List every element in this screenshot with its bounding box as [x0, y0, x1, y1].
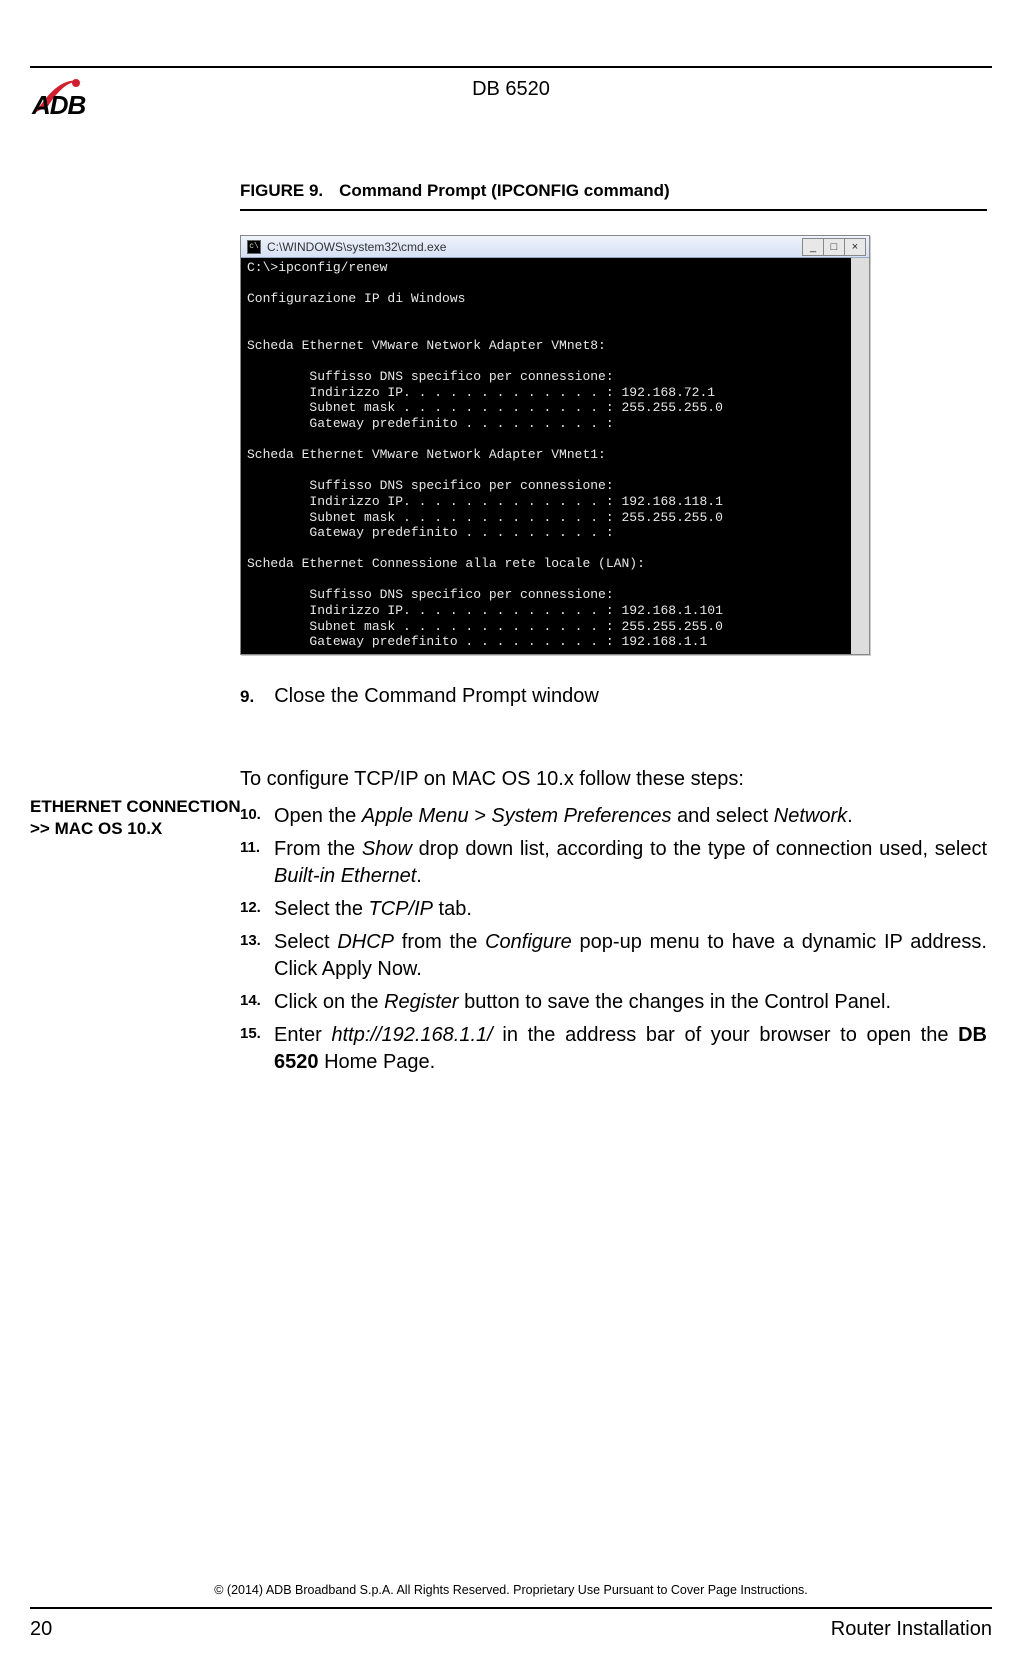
step-text: Enter http://192.168.1.1/ in the address… — [274, 1022, 987, 1076]
step-9-number: 9. — [240, 687, 254, 708]
document-title: DB 6520 — [30, 78, 992, 101]
cmd-icon: c\ — [247, 240, 261, 254]
footer-section: Router Installation — [831, 1618, 992, 1641]
maximize-button[interactable]: □ — [823, 238, 845, 256]
logo-text: ADB — [32, 90, 85, 121]
mac-intro: To configure TCP/IP on MAC OS 10.x follo… — [240, 768, 987, 791]
step-number: 11. — [240, 836, 274, 890]
window-titlebar: c\ C:\WINDOWS\system32\cmd.exe _ □ × — [241, 236, 869, 258]
step-number: 15. — [240, 1022, 274, 1076]
window-title: C:\WINDOWS\system32\cmd.exe — [267, 240, 803, 254]
list-item: 11.From the Show drop down list, accordi… — [240, 836, 987, 890]
footer-rule — [30, 1607, 992, 1609]
section-heading-line2: >> MAC OS 10.X — [30, 818, 241, 840]
list-item: 14.Click on the Register button to save … — [240, 989, 987, 1016]
section-heading: ETHERNET CONNECTION >> MAC OS 10.X — [30, 796, 241, 840]
step-number: 13. — [240, 929, 274, 983]
step-number: 12. — [240, 896, 274, 923]
step-text: Select DHCP from the Configure pop-up me… — [274, 929, 987, 983]
list-item: 10.Open the Apple Menu > System Preferen… — [240, 803, 987, 830]
terminal-output: C:\>ipconfig/renew Configurazione IP di … — [241, 258, 869, 654]
mac-steps-list: 10.Open the Apple Menu > System Preferen… — [240, 803, 987, 1076]
step-text: Select the TCP/IP tab. — [274, 896, 987, 923]
step-text: Click on the Register button to save the… — [274, 989, 987, 1016]
list-item: 13.Select DHCP from the Configure pop-up… — [240, 929, 987, 983]
logo: ADB — [30, 72, 88, 120]
step-text: Open the Apple Menu > System Preferences… — [274, 803, 987, 830]
header-rule — [30, 66, 992, 68]
footer-copyright: © (2014) ADB Broadband S.p.A. All Rights… — [0, 1583, 1022, 1597]
section-heading-line1: ETHERNET CONNECTION — [30, 796, 241, 818]
page-number: 20 — [30, 1618, 52, 1641]
figure-label: FIGURE 9. — [240, 181, 323, 201]
window-buttons: _ □ × — [803, 238, 866, 256]
step-text: From the Show drop down list, according … — [274, 836, 987, 890]
step-9-text: Close the Command Prompt window — [274, 685, 599, 708]
figure-caption: FIGURE 9. Command Prompt (IPCONFIG comma… — [240, 181, 987, 201]
footer-row: 20 Router Installation — [30, 1618, 992, 1641]
close-button[interactable]: × — [844, 238, 866, 256]
figure-rule — [240, 209, 987, 211]
command-prompt-window: c\ C:\WINDOWS\system32\cmd.exe _ □ × C:\… — [240, 235, 870, 655]
list-item: 15.Enter http://192.168.1.1/ in the addr… — [240, 1022, 987, 1076]
step-9: 9. Close the Command Prompt window — [240, 685, 987, 708]
figure-title: Command Prompt (IPCONFIG command) — [339, 181, 670, 201]
list-item: 12.Select the TCP/IP tab. — [240, 896, 987, 923]
minimize-button[interactable]: _ — [802, 238, 824, 256]
step-number: 14. — [240, 989, 274, 1016]
step-number: 10. — [240, 803, 274, 830]
